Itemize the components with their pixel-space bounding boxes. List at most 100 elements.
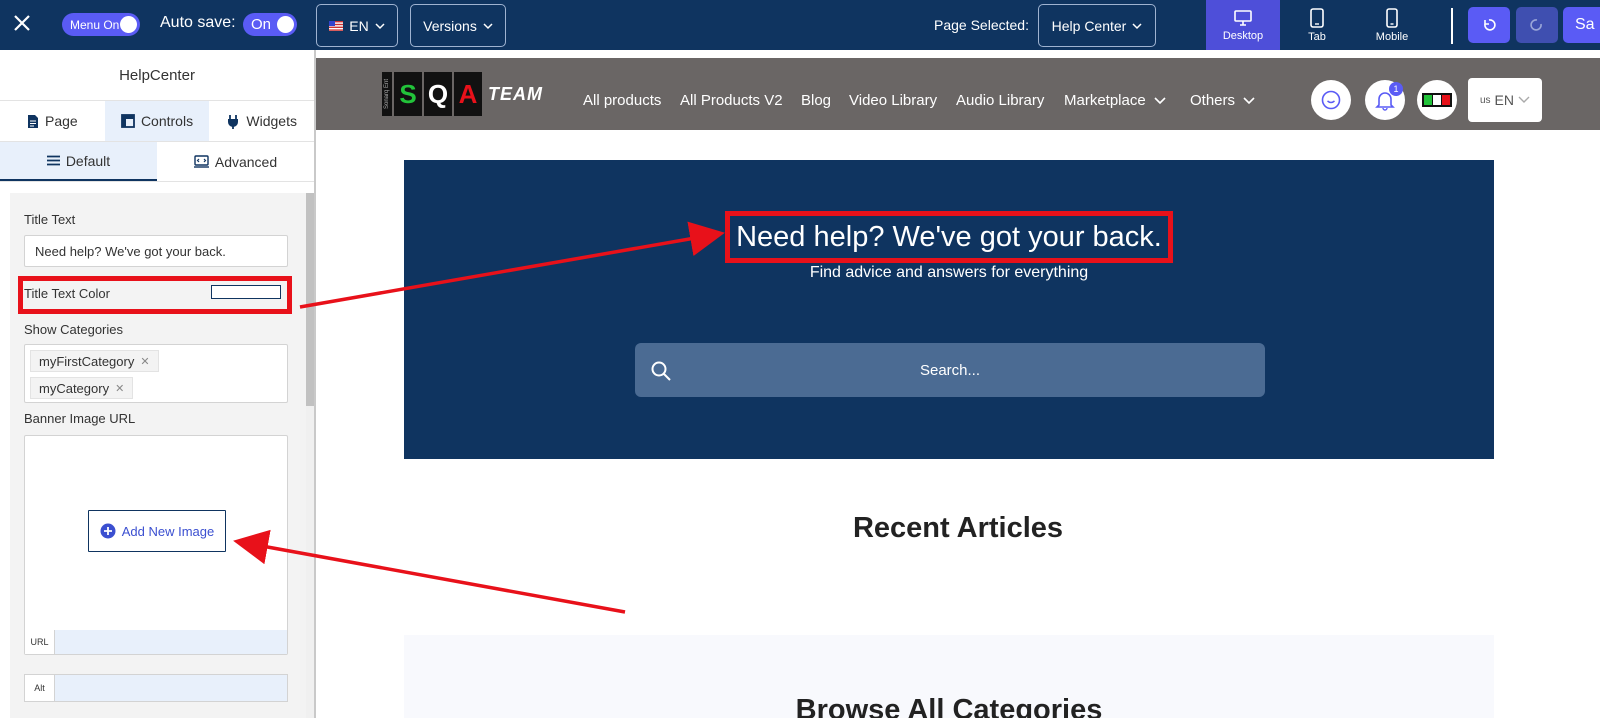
banner-url-field[interactable]: URL xyxy=(25,630,287,654)
save-label: Sa xyxy=(1575,16,1595,33)
plug-icon xyxy=(228,114,239,129)
sidebar-subtabs: Default Advanced xyxy=(0,142,314,182)
page-selected-value: Help Center xyxy=(1051,17,1127,34)
hero-banner: Need help? We've got your back. Find adv… xyxy=(404,160,1494,459)
title-text-label: Title Text xyxy=(24,212,76,227)
device-label: Mobile xyxy=(1375,30,1409,43)
device-mobile-button[interactable]: Mobile xyxy=(1354,0,1430,50)
logo-letter: S xyxy=(394,72,422,116)
sidebar-title: HelpCenter xyxy=(0,50,314,101)
toolbar-divider xyxy=(1451,8,1453,44)
device-desktop-button[interactable]: Desktop xyxy=(1206,0,1280,50)
logo-letter: Q xyxy=(424,72,452,116)
tab-widgets[interactable]: Widgets xyxy=(209,101,314,141)
help-search-input[interactable]: Search... xyxy=(635,343,1265,397)
subtab-advanced[interactable]: Advanced xyxy=(157,142,314,181)
subtab-label: Advanced xyxy=(214,153,278,170)
notification-button[interactable]: 1 xyxy=(1365,80,1405,120)
recent-articles-heading: Recent Articles xyxy=(852,512,1064,544)
subtab-default[interactable]: Default xyxy=(0,142,157,181)
redo-button[interactable] xyxy=(1516,7,1558,43)
menu-toggle[interactable]: Menu On xyxy=(62,13,140,36)
menu-icon xyxy=(46,155,60,166)
banner-alt-field[interactable]: Alt xyxy=(24,674,288,702)
user-avatar[interactable] xyxy=(1417,80,1457,120)
page-builder-app: Menu On Auto save: On EN Versions Page S… xyxy=(0,0,1600,718)
sidebar-scrollbar[interactable] xyxy=(306,193,314,718)
logo-vertical-text: Sonarq Ent xyxy=(382,72,392,116)
add-new-image-button[interactable]: Add New Image xyxy=(88,510,226,552)
hero-title[interactable]: Need help? We've got your back. xyxy=(404,211,1494,263)
nav-label: Others xyxy=(1190,92,1236,109)
chip-label: myCategory xyxy=(39,380,110,396)
nav-audio-library[interactable]: Audio Library xyxy=(956,92,1044,109)
remove-chip-icon[interactable]: ✕ xyxy=(115,382,124,395)
us-flag-icon xyxy=(329,20,344,31)
categories-heading: Browse All Categories xyxy=(795,694,1103,718)
chat-icon xyxy=(1321,90,1341,110)
toggle-knob xyxy=(120,16,137,33)
hero-title-text: Need help? We've got your back. xyxy=(725,211,1173,263)
top-toolbar: Menu On Auto save: On EN Versions Page S… xyxy=(0,0,1600,50)
show-categories-label: Show Categories xyxy=(24,322,123,337)
tablet-icon xyxy=(1310,7,1324,28)
chevron-down-icon xyxy=(1132,22,1142,29)
save-button[interactable]: Sa xyxy=(1563,7,1600,43)
undo-button[interactable] xyxy=(1468,7,1510,43)
tab-label: Widgets xyxy=(246,113,297,129)
tab-controls[interactable]: Controls xyxy=(104,101,210,141)
site-logo[interactable]: Sonarq Ent S Q A TEAM xyxy=(382,72,547,116)
logo-team-text: TEAM xyxy=(488,83,543,104)
code-icon xyxy=(193,155,209,168)
autosave-toggle[interactable]: On xyxy=(243,13,297,36)
device-label: Desktop xyxy=(1222,29,1264,42)
redo-icon xyxy=(1530,19,1542,31)
category-chip: myCategory ✕ xyxy=(30,377,134,399)
document-icon xyxy=(27,114,38,128)
nav-marketplace[interactable]: Marketplace xyxy=(1064,92,1166,109)
device-tab-button[interactable]: Tab xyxy=(1280,0,1354,50)
chip-label: myFirstCategory xyxy=(39,353,135,369)
versions-dropdown[interactable]: Versions xyxy=(410,4,506,47)
chat-button[interactable] xyxy=(1311,80,1351,120)
page-selected-label: Page Selected: xyxy=(934,17,1029,33)
hero-subtitle: Find advice and answers for everything xyxy=(809,264,1089,281)
nav-all-products-v2[interactable]: All Products V2 xyxy=(680,92,783,109)
site-language-button[interactable]: us EN xyxy=(1468,78,1542,122)
title-text-input[interactable]: Need help? We've got your back. xyxy=(24,235,288,267)
categories-section: Browse All Categories xyxy=(404,635,1494,718)
lang-flag: us xyxy=(1479,94,1491,106)
close-icon[interactable] xyxy=(10,11,34,35)
toggle-knob xyxy=(277,16,294,33)
language-dropdown[interactable]: EN xyxy=(316,4,398,47)
page-preview: Sonarq Ent S Q A TEAM All products All P… xyxy=(316,50,1600,718)
tab-page[interactable]: Page xyxy=(0,101,105,141)
language-label: EN xyxy=(349,17,369,34)
undo-icon xyxy=(1484,19,1496,31)
scrollbar-thumb[interactable] xyxy=(306,193,314,406)
desktop-icon xyxy=(1234,9,1252,26)
mobile-icon xyxy=(1386,7,1398,28)
annotation-highlight-box xyxy=(18,276,292,314)
nav-video-library[interactable]: Video Library xyxy=(849,92,937,109)
chevron-down-icon xyxy=(483,22,493,29)
chevron-down-icon xyxy=(375,22,385,29)
device-label: Tab xyxy=(1308,30,1326,43)
controls-form: Title Text Need help? We've got your bac… xyxy=(10,193,306,718)
chevron-down-icon xyxy=(1518,96,1530,103)
site-navbar: Sonarq Ent S Q A TEAM All products All P… xyxy=(316,58,1600,130)
nav-blog[interactable]: Blog xyxy=(801,92,831,109)
nav-all-products[interactable]: All products xyxy=(583,92,661,109)
page-selected-dropdown[interactable]: Help Center xyxy=(1038,4,1156,47)
chevron-down-icon xyxy=(1154,96,1166,104)
sidebar-tabs: Page Controls Widgets xyxy=(0,101,314,142)
remove-chip-icon[interactable]: ✕ xyxy=(140,355,149,368)
nav-label: Marketplace xyxy=(1064,92,1146,109)
avatar-logo-icon xyxy=(1422,93,1452,107)
add-image-label: Add New Image xyxy=(121,523,215,539)
tab-label: Page xyxy=(44,113,78,129)
categories-multiselect[interactable]: myFirstCategory ✕ myCategory ✕ xyxy=(24,344,288,403)
tab-label: Controls xyxy=(140,113,194,129)
alt-tag: Alt xyxy=(25,675,55,701)
nav-others[interactable]: Others xyxy=(1190,92,1255,109)
